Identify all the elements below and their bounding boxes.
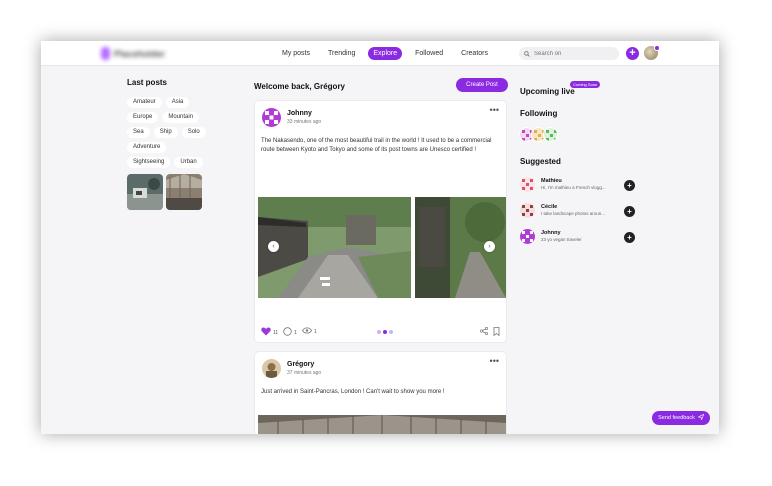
suggested-bio: I take landscape photos aroun... [541, 211, 606, 216]
tag-amateur[interactable]: Amateur [127, 97, 162, 108]
post-author[interactable]: Grégory [287, 361, 314, 368]
carousel-dots [377, 330, 393, 334]
main-nav: My posts Trending Explore Followed Creat… [277, 47, 493, 60]
suggested-name: Johnny [541, 230, 561, 236]
welcome-heading: Welcome back, Grégory [254, 82, 345, 91]
more-options-icon[interactable]: ••• [490, 357, 499, 366]
post-author[interactable]: Johnny [287, 110, 312, 117]
suggested-avatar [520, 229, 535, 244]
upcoming-live-title: Upcoming live [520, 87, 575, 96]
views-stat: 1 [302, 327, 317, 336]
post-thumbnail[interactable] [166, 174, 202, 210]
nav-followed[interactable]: Followed [410, 47, 448, 60]
logo-text: Placeholder [113, 48, 165, 59]
post-time: 33 minutes ago [287, 119, 322, 125]
post-card: Johnny 33 minutes ago ••• The Nakasendo,… [254, 100, 507, 343]
thumbnail-list [127, 174, 212, 210]
carousel-dot[interactable] [377, 330, 381, 334]
more-options-icon[interactable]: ••• [490, 106, 499, 115]
post-text: Just arrived in Saint-Pancras, London ! … [261, 389, 445, 395]
feedback-label: Send feedback [658, 415, 695, 421]
nav-trending[interactable]: Trending [323, 47, 360, 60]
suggested-avatar [520, 177, 535, 192]
user-avatar[interactable] [644, 45, 660, 60]
post-thumbnail[interactable] [127, 174, 163, 210]
send-feedback-button[interactable]: Send feedback [652, 411, 710, 425]
view-count: 1 [314, 328, 317, 335]
plus-icon: + [629, 47, 636, 59]
heart-icon [261, 327, 271, 338]
nav-creators[interactable]: Creators [456, 47, 493, 60]
post-time: 37 minutes ago [287, 370, 322, 376]
last-posts-panel: Last posts Amateur Asia Europe Mountain … [127, 78, 212, 210]
follow-plus-icon[interactable]: + [624, 180, 635, 191]
tag-europe[interactable]: Europe [127, 112, 159, 123]
nav-my-posts[interactable]: My posts [277, 47, 315, 60]
suggested-avatar [520, 203, 535, 218]
send-icon [697, 413, 705, 422]
follow-plus-icon[interactable]: + [624, 232, 635, 243]
logo[interactable]: Placeholder [101, 47, 165, 60]
tag-list: Amateur Asia Europe Mountain Sea Ship So… [127, 97, 212, 168]
last-posts-title: Last posts [127, 78, 168, 87]
suggested-user[interactable]: Cécile I take landscape photos aroun... … [519, 202, 635, 220]
post-text: The Nakasendo, one of the most beautiful… [261, 138, 492, 153]
tag-mountain[interactable]: Mountain [162, 112, 200, 123]
tag-sightseeing[interactable]: Sightseeing [127, 157, 171, 168]
tag-urban[interactable]: Urban [174, 157, 203, 168]
bookmark-icon[interactable] [493, 327, 500, 336]
share-icon[interactable] [480, 327, 488, 335]
carousel-next-icon[interactable]: › [484, 241, 495, 252]
suggested-name: Cécile [541, 204, 558, 210]
tag-solo[interactable]: Solo [181, 127, 206, 138]
tag-sea[interactable]: Sea [127, 127, 150, 138]
suggested-title: Suggested [520, 157, 561, 166]
tag-ship[interactable]: Ship [153, 127, 178, 138]
tag-adventure[interactable]: Adventure [127, 142, 167, 153]
suggested-user[interactable]: Mathieu Hi, I'm mathieu a French vlogg..… [519, 176, 635, 194]
eye-icon [302, 327, 312, 336]
like-count: 11 [273, 329, 279, 336]
following-avatar[interactable] [543, 127, 558, 142]
post-card: Grégory 37 minutes ago ••• Just arrived … [254, 351, 507, 434]
carousel-dot[interactable] [389, 330, 393, 334]
photo-carousel[interactable]: ‹ › [258, 197, 506, 298]
app-window: Placeholder My posts Trending Explore Fo… [41, 41, 719, 434]
carousel-dot[interactable] [383, 330, 387, 334]
nav-explore[interactable]: Explore [368, 47, 403, 60]
avatar-badge [654, 45, 660, 51]
suggested-bio: 23 yo vegan traveler [541, 237, 582, 242]
comment-icon [283, 327, 292, 338]
add-button[interactable]: + [626, 47, 639, 60]
tag-asia[interactable]: Asia [165, 97, 190, 108]
create-post-button[interactable]: Create Post [456, 78, 508, 92]
following-title: Following [520, 109, 558, 118]
follow-plus-icon[interactable]: + [624, 206, 635, 217]
carousel-prev-icon[interactable]: ‹ [268, 241, 279, 252]
suggested-bio: Hi, I'm mathieu a French vlogg... [541, 185, 606, 190]
search-box[interactable] [519, 47, 619, 60]
comment-count: 1 [294, 329, 297, 336]
suggested-name: Mathieu [541, 178, 562, 184]
author-avatar[interactable] [262, 359, 281, 378]
search-icon [524, 50, 530, 57]
carousel-photo [258, 197, 411, 298]
author-avatar[interactable] [262, 108, 281, 127]
top-navbar: Placeholder My posts Trending Explore Fo… [41, 41, 719, 66]
logo-mark [101, 47, 110, 60]
post-actions: 11 1 1 [261, 327, 501, 337]
following-avatars [519, 127, 558, 142]
like-action[interactable]: 11 [261, 327, 278, 338]
suggested-user[interactable]: Johnny 23 yo vegan traveler + [519, 228, 635, 246]
comment-action[interactable]: 1 [283, 327, 297, 338]
search-input[interactable] [534, 50, 614, 57]
post-photo[interactable] [258, 415, 506, 434]
